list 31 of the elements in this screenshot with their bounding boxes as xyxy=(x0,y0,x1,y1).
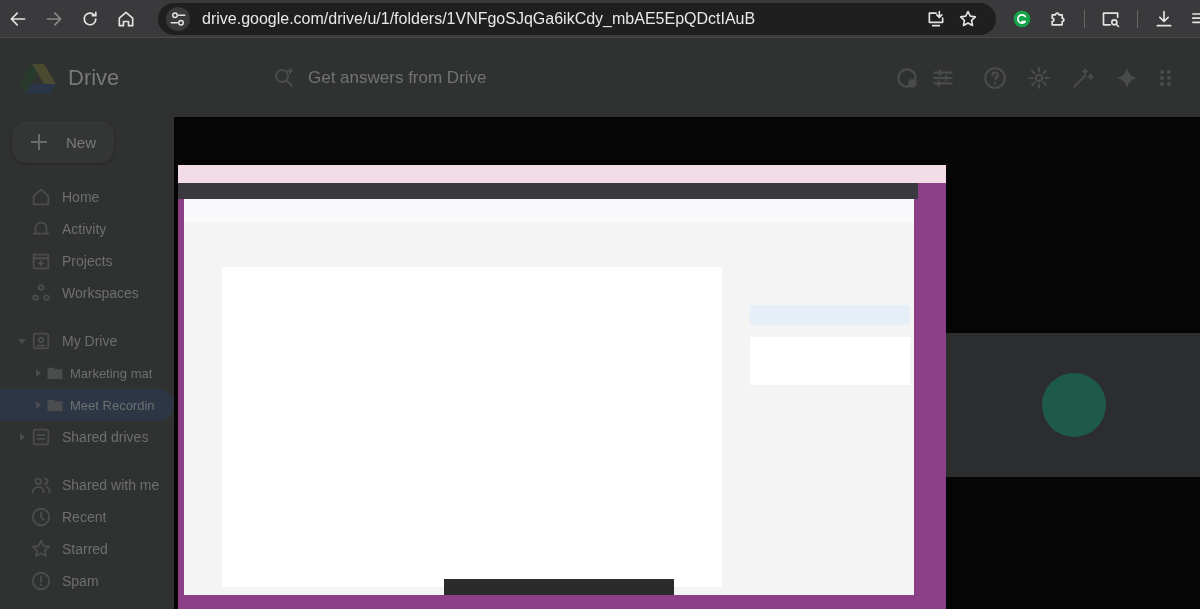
install-icon[interactable] xyxy=(926,8,946,29)
search-field[interactable]: Get answers from Drive xyxy=(306,66,630,89)
sidebar-item[interactable]: Spam xyxy=(0,565,174,597)
workspaces-icon xyxy=(30,282,52,304)
sidebar-item[interactable]: Recent xyxy=(0,501,174,533)
app-title: Drive xyxy=(68,64,121,91)
sidebar-item[interactable]: Activity xyxy=(0,213,174,245)
spam-icon xyxy=(30,570,52,592)
extension-badge-icon[interactable] xyxy=(1012,8,1032,29)
star-icon xyxy=(30,538,52,560)
clock-icon xyxy=(30,506,52,528)
drive-logo-icon xyxy=(20,61,56,94)
sidebar-item[interactable]: Workspaces xyxy=(0,277,174,309)
sidebar-item[interactable]: Starred xyxy=(0,533,174,565)
search-icon xyxy=(272,65,296,90)
site-settings-icon[interactable] xyxy=(166,6,190,31)
star-icon[interactable] xyxy=(958,8,978,29)
download-icon[interactable] xyxy=(1154,8,1174,29)
drive-icon xyxy=(30,330,52,352)
sidebar-item[interactable]: Shared drives xyxy=(0,421,174,453)
sidebar-item[interactable]: My Drive xyxy=(0,325,174,357)
sidebar-item[interactable]: Home xyxy=(0,181,174,213)
plus-icon xyxy=(30,133,48,151)
new-button[interactable]: New xyxy=(12,121,114,163)
address-bar[interactable]: drive.google.com/drive/u/1/folders/1VNFgoSJqGa6ikCdy_mbAE5EpQDctIAuB xyxy=(158,2,996,35)
sidebar-item[interactable]: Meet Recordin xyxy=(0,389,174,421)
sidebar-item[interactable]: Marketing mat xyxy=(0,357,174,389)
shared-drive-icon xyxy=(30,426,52,448)
home-icon xyxy=(30,186,52,208)
sidebar-item[interactable]: Shared with me xyxy=(0,469,174,501)
sidebar-item[interactable]: Projects xyxy=(0,245,174,277)
